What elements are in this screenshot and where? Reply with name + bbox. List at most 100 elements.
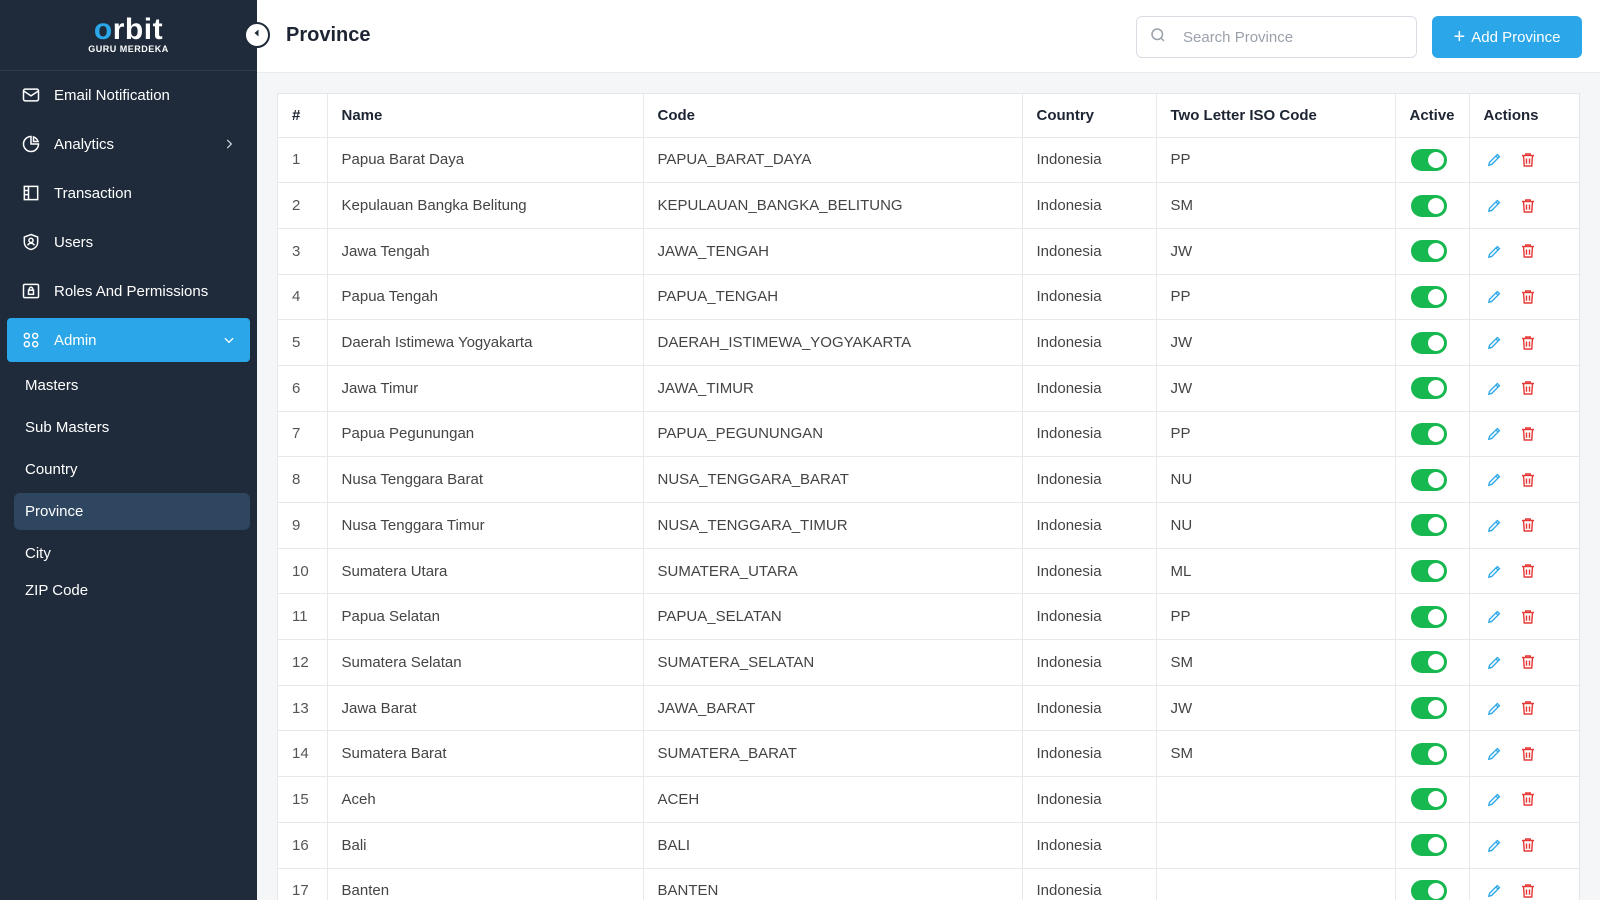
edit-icon[interactable] xyxy=(1486,288,1503,305)
column-header-number[interactable]: # xyxy=(278,94,328,138)
sidebar-item-email-notification[interactable]: Email Notification xyxy=(7,73,250,117)
active-toggle[interactable] xyxy=(1410,879,1447,900)
sidebar-item-roles-and-permissions[interactable]: Roles And Permissions xyxy=(7,269,250,313)
edit-icon[interactable] xyxy=(1486,197,1503,214)
submenu-item-sub-masters[interactable]: Sub Masters xyxy=(14,409,250,446)
delete-icon[interactable] xyxy=(1519,379,1537,397)
edit-icon[interactable] xyxy=(1486,151,1503,168)
active-cell xyxy=(1395,411,1470,458)
column-header-code[interactable]: Code xyxy=(643,94,1023,138)
sidebar-collapse-button[interactable] xyxy=(244,22,270,48)
edit-icon[interactable] xyxy=(1486,517,1503,534)
row-number: 15 xyxy=(278,776,328,823)
delete-icon[interactable] xyxy=(1519,516,1537,534)
search-box[interactable] xyxy=(1136,16,1417,58)
delete-icon[interactable] xyxy=(1519,882,1537,900)
edit-icon[interactable] xyxy=(1486,563,1503,580)
province-name: Papua Tengah xyxy=(327,274,644,321)
edit-icon[interactable] xyxy=(1486,471,1503,488)
active-toggle[interactable] xyxy=(1410,560,1447,583)
delete-icon[interactable] xyxy=(1519,836,1537,854)
table-row: 15 Aceh ACEH Indonesia xyxy=(278,776,1579,823)
active-toggle[interactable] xyxy=(1410,697,1447,720)
edit-icon[interactable] xyxy=(1486,654,1503,671)
delete-icon[interactable] xyxy=(1519,151,1537,169)
add-province-button[interactable]: + Add Province xyxy=(1432,16,1582,58)
active-toggle[interactable] xyxy=(1410,331,1447,354)
province-name: Bali xyxy=(327,822,644,869)
delete-icon[interactable] xyxy=(1519,699,1537,717)
active-toggle[interactable] xyxy=(1410,240,1447,263)
active-toggle[interactable] xyxy=(1410,422,1447,445)
sidebar-item-label: Admin xyxy=(54,331,97,349)
sidebar-item-admin[interactable]: Admin xyxy=(7,318,250,362)
app-logo[interactable]: orbit GURU MERDEKA xyxy=(0,0,257,71)
actions-cell xyxy=(1469,822,1579,869)
province-iso-code: PP xyxy=(1156,274,1396,321)
province-code: NUSA_TENGGARA_BARAT xyxy=(643,456,1023,503)
chevron-left-icon xyxy=(251,26,263,44)
active-toggle[interactable] xyxy=(1410,194,1447,217)
submenu-item-province[interactable]: Province xyxy=(14,493,250,530)
delete-icon[interactable] xyxy=(1519,790,1537,808)
submenu-item-masters[interactable]: Masters xyxy=(14,367,250,404)
province-name: Papua Selatan xyxy=(327,593,644,641)
active-toggle[interactable] xyxy=(1410,605,1447,628)
delete-icon[interactable] xyxy=(1519,653,1537,671)
mail-icon xyxy=(20,84,42,106)
column-header-iso-code[interactable]: Two Letter ISO Code xyxy=(1156,94,1396,138)
edit-icon[interactable] xyxy=(1486,243,1503,260)
province-iso-code: ML xyxy=(1156,548,1396,595)
delete-icon[interactable] xyxy=(1519,608,1537,626)
active-toggle[interactable] xyxy=(1410,377,1447,400)
province-country: Indonesia xyxy=(1022,639,1157,686)
active-toggle[interactable] xyxy=(1410,742,1447,765)
active-toggle[interactable] xyxy=(1410,514,1447,537)
table-row: 3 Jawa Tengah JAWA_TENGAH Indonesia JW xyxy=(278,228,1579,275)
submenu-item-zip-code[interactable]: ZIP Code xyxy=(14,577,250,599)
actions-cell xyxy=(1469,502,1579,549)
sidebar-item-analytics[interactable]: Analytics xyxy=(7,122,250,166)
edit-icon[interactable] xyxy=(1486,425,1503,442)
province-iso-code: PP xyxy=(1156,137,1396,184)
column-header-name[interactable]: Name xyxy=(327,94,644,138)
active-cell xyxy=(1395,274,1470,321)
delete-icon[interactable] xyxy=(1519,334,1537,352)
logo-subtitle: GURU MERDEKA xyxy=(88,44,169,54)
active-toggle[interactable] xyxy=(1410,834,1447,857)
active-toggle[interactable] xyxy=(1410,285,1447,308)
edit-icon[interactable] xyxy=(1486,745,1503,762)
sidebar-item-users[interactable]: Users xyxy=(7,220,250,264)
edit-icon[interactable] xyxy=(1486,882,1503,899)
row-number: 14 xyxy=(278,730,328,778)
active-toggle[interactable] xyxy=(1410,468,1447,491)
edit-icon[interactable] xyxy=(1486,700,1503,717)
delete-icon[interactable] xyxy=(1519,197,1537,215)
province-code: JAWA_BARAT xyxy=(643,685,1023,732)
edit-icon[interactable] xyxy=(1486,334,1503,351)
delete-icon[interactable] xyxy=(1519,562,1537,580)
submenu-item-country[interactable]: Country xyxy=(14,451,250,488)
column-header-country[interactable]: Country xyxy=(1022,94,1157,138)
table-row: 10 Sumatera Utara SUMATERA_UTARA Indonesia M… xyxy=(278,548,1579,595)
province-name: Nusa Tenggara Timur xyxy=(327,502,644,549)
search-input[interactable] xyxy=(1183,28,1403,46)
submenu-item-city[interactable]: City xyxy=(14,535,250,572)
active-cell xyxy=(1395,182,1470,229)
delete-icon[interactable] xyxy=(1519,242,1537,260)
delete-icon[interactable] xyxy=(1519,471,1537,489)
edit-icon[interactable] xyxy=(1486,791,1503,808)
active-toggle[interactable] xyxy=(1410,651,1447,674)
sidebar-item-transaction[interactable]: Transaction xyxy=(7,171,250,215)
delete-icon[interactable] xyxy=(1519,745,1537,763)
delete-icon[interactable] xyxy=(1519,425,1537,443)
active-toggle[interactable] xyxy=(1410,788,1447,811)
edit-icon[interactable] xyxy=(1486,608,1503,625)
active-toggle[interactable] xyxy=(1410,148,1447,171)
edit-icon[interactable] xyxy=(1486,380,1503,397)
column-header-active[interactable]: Active xyxy=(1395,94,1470,138)
delete-icon[interactable] xyxy=(1519,288,1537,306)
actions-cell xyxy=(1469,685,1579,732)
active-cell xyxy=(1395,593,1470,641)
edit-icon[interactable] xyxy=(1486,837,1503,854)
